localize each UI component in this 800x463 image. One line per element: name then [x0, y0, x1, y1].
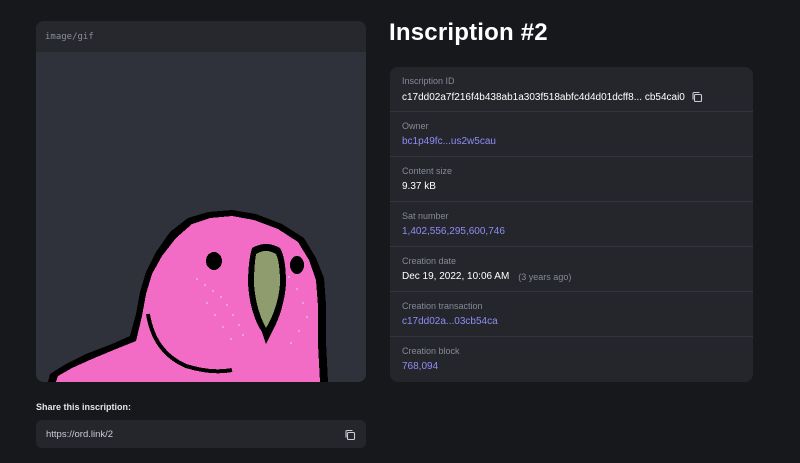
- creation-date-label: Creation date: [402, 256, 457, 266]
- detail-row-sat-number: Sat number 1,402,556,295,600,746: [390, 202, 753, 247]
- detail-row-creation-block: Creation block 768,094: [390, 337, 753, 382]
- inscription-id-value: c17dd02a7f216f4b438ab1a303f518abfc4d4d01…: [402, 91, 685, 103]
- creation-transaction-link[interactable]: c17dd02a...03cb54ca: [402, 316, 741, 327]
- owner-label: Owner: [402, 121, 429, 131]
- creation-block-label: Creation block: [402, 346, 460, 356]
- sat-number-link[interactable]: 1,402,556,295,600,746: [402, 226, 741, 237]
- page-title: Inscription #2: [389, 19, 548, 46]
- inscription-details-card: Inscription ID c17dd02a7f216f4b438ab1a30…: [390, 67, 753, 382]
- inscription-image: [36, 52, 366, 382]
- share-link-box[interactable]: https://ord.link/2: [36, 420, 366, 448]
- owner-link[interactable]: bc1p49fc...us2w5cau: [402, 136, 741, 147]
- detail-row-owner: Owner bc1p49fc...us2w5cau: [390, 112, 753, 157]
- inscription-id-label: Inscription ID: [402, 76, 455, 86]
- parrot-image: [48, 210, 328, 382]
- copy-icon[interactable]: [344, 428, 356, 441]
- creation-date-relative: (3 years ago): [518, 271, 572, 282]
- creation-transaction-label: Creation transaction: [402, 301, 483, 311]
- inscription-id-row-value: c17dd02a7f216f4b438ab1a303f518abfc4d4d01…: [402, 91, 741, 103]
- detail-row-content-size: Content size 9.37 kB: [390, 157, 753, 202]
- share-label: Share this inscription:: [36, 402, 132, 412]
- detail-row-inscription-id: Inscription ID c17dd02a7f216f4b438ab1a30…: [390, 67, 753, 112]
- copy-icon[interactable]: [691, 91, 703, 103]
- content-size-label: Content size: [402, 166, 453, 176]
- sat-number-label: Sat number: [402, 211, 449, 221]
- creation-block-link[interactable]: 768,094: [402, 361, 741, 372]
- creation-date-row-value: Dec 19, 2022, 10:06 AM (3 years ago): [402, 271, 741, 282]
- media-preview-card: image/gif: [36, 21, 366, 382]
- detail-row-creation-transaction: Creation transaction c17dd02a...03cb54ca: [390, 292, 753, 337]
- detail-row-creation-date: Creation date Dec 19, 2022, 10:06 AM (3 y…: [390, 247, 753, 292]
- content-size-value: 9.37 kB: [402, 181, 436, 192]
- creation-date-value: Dec 19, 2022, 10:06 AM: [402, 271, 510, 282]
- share-url[interactable]: https://ord.link/2: [46, 429, 113, 440]
- content-type-label: image/gif: [36, 21, 366, 52]
